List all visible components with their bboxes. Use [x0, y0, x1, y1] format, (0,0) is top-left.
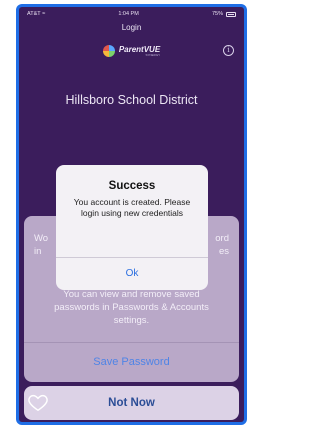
wifi-icon: ≈ [42, 11, 46, 17]
info-icon[interactable]: i [223, 45, 234, 56]
parentvue-logo-icon [102, 45, 115, 57]
carrier-label: AT&T ≈ [27, 11, 46, 17]
alert-title: Success [108, 180, 156, 192]
device-frame: AT&T ≈ 1:04 PM 75% Login ParentVUE SYNER… [16, 4, 247, 425]
district-name: Hillsboro School District [65, 93, 198, 107]
brand-logo-lockup: ParentVUE SYNERGY [19, 45, 244, 57]
not-now-button[interactable]: Not Now [24, 386, 239, 420]
alert-message: You account is created. Please login usi… [73, 197, 191, 218]
sheet-description: You can view and remove saved passwords … [54, 289, 209, 326]
nav-title: Login [121, 23, 142, 32]
save-password-button[interactable]: Save Password [24, 350, 239, 374]
status-time: 1:04 PM [118, 11, 139, 17]
status-right: 75% [212, 11, 236, 17]
sheet-divider [24, 342, 239, 343]
ok-button[interactable]: Ok [56, 258, 208, 290]
brand-name: ParentVUE SYNERGY [118, 45, 161, 57]
battery-percent: 75% [211, 11, 223, 17]
battery-icon [226, 11, 236, 17]
app-screen: AT&T ≈ 1:04 PM 75% Login ParentVUE SYNER… [19, 7, 244, 422]
success-alert: Success You account is created. Please l… [56, 165, 208, 290]
status-bar: AT&T ≈ 1:04 PM 75% [19, 7, 244, 21]
heart-icon [28, 394, 48, 412]
